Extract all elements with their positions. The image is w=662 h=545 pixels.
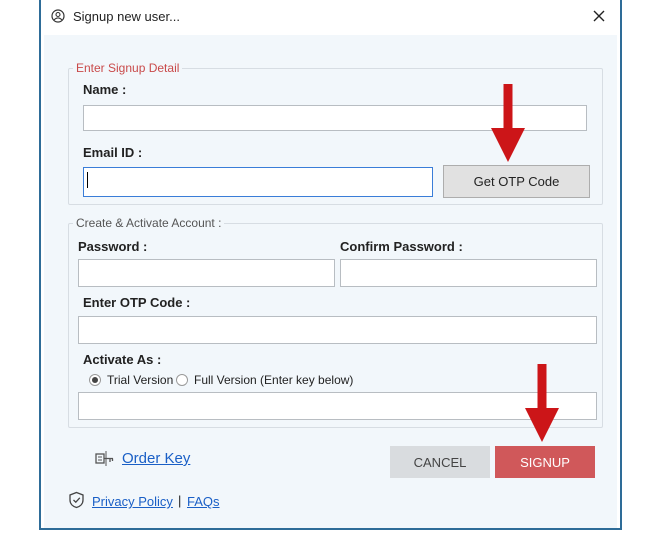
user-circle-icon bbox=[51, 9, 65, 23]
text-caret bbox=[87, 172, 88, 188]
link-separator: | bbox=[178, 493, 182, 508]
confirm-password-input[interactable] bbox=[340, 259, 597, 287]
password-label: Password : bbox=[78, 239, 148, 254]
privacy-policy-link[interactable]: Privacy Policy bbox=[92, 494, 173, 509]
dialog-content: Enter Signup Detail Name : Email ID : Ge… bbox=[44, 35, 617, 528]
otp-label: Enter OTP Code : bbox=[83, 295, 191, 310]
create-account-legend: Create & Activate Account : bbox=[76, 216, 222, 230]
trial-version-radio[interactable] bbox=[89, 374, 101, 386]
shield-check-icon bbox=[69, 491, 84, 509]
title-bar: Signup new user... bbox=[41, 0, 620, 34]
order-key-link[interactable]: Order Key bbox=[122, 450, 190, 467]
signup-button[interactable]: SIGNUP bbox=[495, 446, 595, 478]
activate-as-label: Activate As : bbox=[83, 352, 162, 367]
signup-dialog: Signup new user... Enter Signup Detail N… bbox=[39, 0, 622, 530]
signup-detail-legend: Enter Signup Detail bbox=[76, 61, 180, 75]
order-key-icon bbox=[95, 451, 114, 466]
license-key-input[interactable] bbox=[78, 392, 597, 420]
full-version-label: Full Version (Enter key below) bbox=[194, 373, 354, 387]
password-input[interactable] bbox=[78, 259, 335, 287]
otp-input[interactable] bbox=[78, 316, 597, 344]
trial-version-label: Trial Version bbox=[107, 373, 174, 387]
email-label: Email ID : bbox=[83, 145, 143, 160]
full-version-radio[interactable] bbox=[176, 374, 188, 386]
faqs-link[interactable]: FAQs bbox=[187, 494, 220, 509]
close-button[interactable] bbox=[590, 6, 608, 26]
window-title: Signup new user... bbox=[73, 9, 180, 24]
down-arrow-icon bbox=[525, 364, 559, 442]
close-icon bbox=[593, 10, 605, 22]
email-input[interactable] bbox=[83, 167, 433, 197]
down-arrow-icon bbox=[491, 84, 525, 162]
name-label: Name : bbox=[83, 82, 127, 97]
confirm-password-label: Confirm Password : bbox=[340, 239, 463, 254]
get-otp-button[interactable]: Get OTP Code bbox=[443, 165, 590, 198]
cancel-button[interactable]: CANCEL bbox=[390, 446, 490, 478]
